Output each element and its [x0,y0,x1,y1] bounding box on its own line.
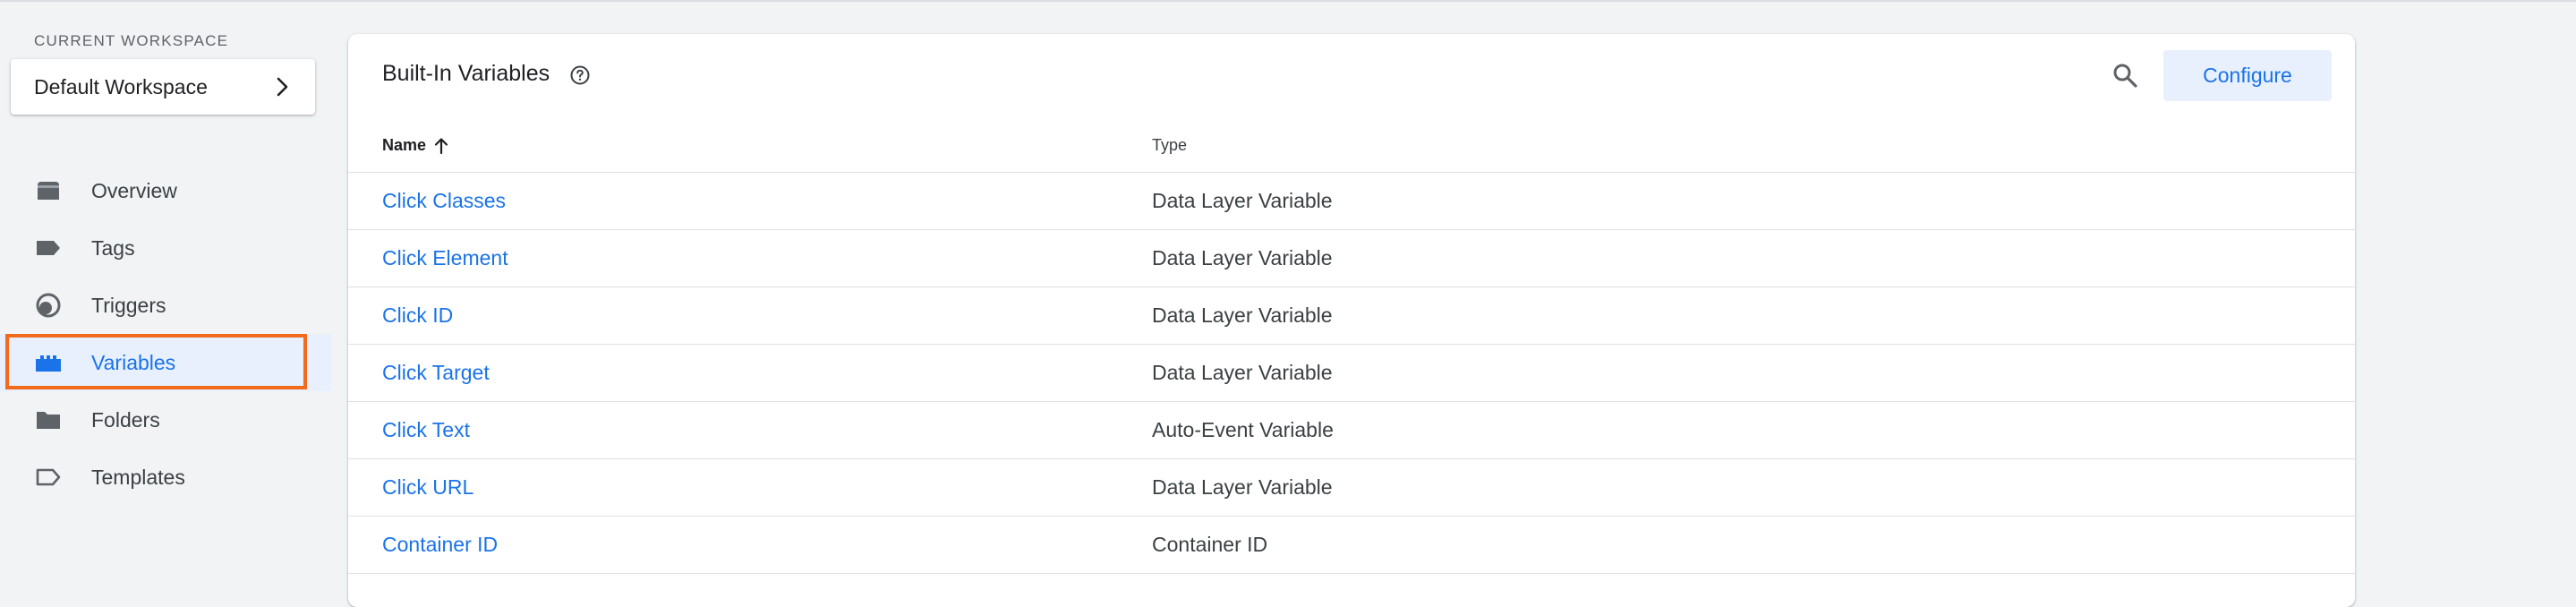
table-row: Container ID Container ID [348,517,2355,574]
column-header-name-label: Name [382,136,427,154]
sidebar-item-triggers[interactable]: Triggers [0,277,331,334]
table-row: Click URL Data Layer Variable [348,459,2355,517]
sidebar-item-variables[interactable]: Variables [0,334,331,391]
sidebar: CURRENT WORKSPACE Default Workspace Over… [0,0,331,573]
table-header: Name Type [348,120,2355,173]
workspace-selector[interactable]: Default Workspace [11,59,315,115]
sidebar-item-label: Templates [91,465,185,489]
chevron-right-icon [272,77,292,97]
help-icon[interactable] [569,64,591,86]
table-row: Click ID Data Layer Variable [348,287,2355,345]
arrow-up-icon [433,137,449,155]
variable-type: Data Layer Variable [1152,361,1333,384]
sidebar-item-label: Variables [91,350,176,374]
variable-name-link[interactable]: Click Text [382,418,470,442]
variable-name-link[interactable]: Container ID [382,533,498,557]
column-header-name[interactable]: Name [382,136,449,155]
page-title: Built-In Variables [382,61,550,86]
variable-type: Data Layer Variable [1152,189,1333,212]
top-divider [0,0,2576,2]
variable-type: Data Layer Variable [1152,246,1333,269]
variable-name-link[interactable]: Click Element [382,246,508,270]
variables-icon [34,348,63,377]
variable-type: Data Layer Variable [1152,475,1333,499]
template-icon [34,463,63,492]
tag-icon [34,234,63,262]
variable-type: Container ID [1152,533,1268,556]
variable-name-link[interactable]: Click Classes [382,189,506,213]
variable-name-link[interactable]: Click Target [382,361,490,385]
search-button[interactable] [2107,59,2143,95]
sidebar-item-templates[interactable]: Templates [0,449,331,506]
trigger-icon [34,291,63,320]
configure-button[interactable]: Configure [2163,50,2332,101]
variables-table: Name Type Click Classes Data Layer Varia… [348,120,2355,574]
built-in-variables-card: Built-In Variables Configure Name Type C… [348,34,2355,607]
sidebar-item-folders[interactable]: Folders [0,391,331,449]
sidebar-nav: Overview Tags Triggers Variables Folders [0,162,331,506]
variable-name-link[interactable]: Click ID [382,304,453,328]
table-row: Click Text Auto-Event Variable [348,402,2355,459]
sidebar-item-label: Triggers [91,293,166,317]
workspace-name: Default Workspace [34,74,208,98]
table-row: Click Target Data Layer Variable [348,345,2355,402]
sidebar-item-label: Overview [91,178,177,202]
overview-icon [34,176,63,205]
variable-type: Data Layer Variable [1152,304,1333,327]
sidebar-item-overview[interactable]: Overview [0,162,331,219]
sidebar-item-tags[interactable]: Tags [0,219,331,277]
folder-icon [34,406,63,434]
variable-type: Auto-Event Variable [1152,418,1334,441]
variable-name-link[interactable]: Click URL [382,475,473,500]
search-icon [2111,62,2138,93]
table-row: Click Element Data Layer Variable [348,230,2355,287]
sidebar-item-label: Tags [91,235,135,260]
table-row: Click Classes Data Layer Variable [348,173,2355,230]
workspace-label: CURRENT WORKSPACE [34,32,229,49]
column-header-type: Type [1152,136,1188,154]
sidebar-item-label: Folders [91,407,160,432]
